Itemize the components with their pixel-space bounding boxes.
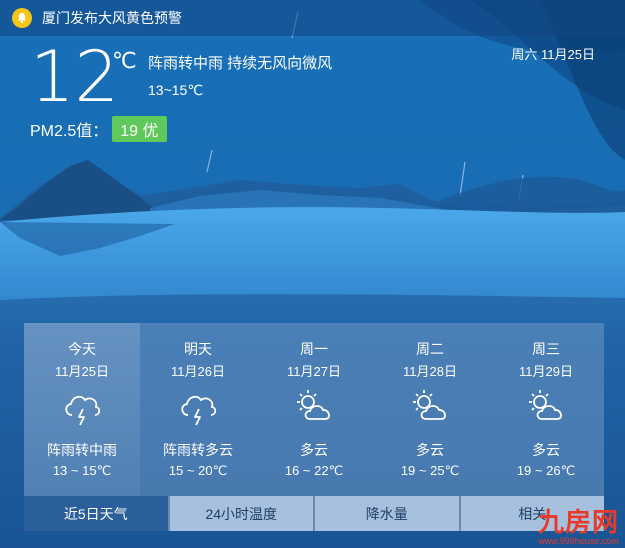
- partly-cloudy-icon: [488, 385, 604, 429]
- forecast-day[interactable]: 周一 11月27日 多云 16 ~ 22℃: [256, 323, 372, 496]
- forecast-day[interactable]: 周二 11月28日 多云 19 ~ 25℃: [372, 323, 488, 496]
- day-date: 11月29日: [519, 364, 573, 379]
- bell-icon: [12, 8, 32, 28]
- day-date: 11月25日: [55, 364, 109, 379]
- forecast-days: 今天 11月25日 阵雨转中雨 13 ~ 15℃ 明天 11月26日 阵雨转多云: [24, 323, 604, 496]
- day-name: 周二: [416, 341, 444, 357]
- day-name: 明天: [184, 341, 212, 357]
- current-date: 周六 11月25日: [511, 47, 595, 62]
- tab-5-day-weather[interactable]: 近5日天气: [24, 496, 168, 531]
- day-description: 多云: [532, 442, 560, 458]
- partly-cloudy-icon: [256, 385, 372, 429]
- forecast-tabs: 近5日天气 24小时温度 降水量 相关: [24, 496, 604, 531]
- watermark-url: www.999house.com: [538, 536, 619, 546]
- day-name: 周一: [300, 341, 328, 357]
- partly-cloudy-icon: [372, 385, 488, 429]
- weather-description: 阵雨转中雨 持续无风向微风: [148, 55, 333, 72]
- day-temperature: 19 ~ 26℃: [516, 463, 576, 478]
- tab-24h-temperature[interactable]: 24小时温度: [167, 496, 313, 531]
- day-name: 周三: [532, 341, 560, 357]
- day-temperature: 15 ~ 20℃: [168, 463, 228, 478]
- day-date: 11月27日: [287, 364, 341, 379]
- thunder-shower-icon: [140, 385, 256, 429]
- warning-text: 厦门发布大风黄色预警: [42, 10, 182, 26]
- forecast-day[interactable]: 今天 11月25日 阵雨转中雨 13 ~ 15℃: [24, 323, 140, 496]
- day-date: 11月28日: [403, 364, 457, 379]
- watermark-brand: 九房网: [537, 507, 619, 537]
- temperature-range: 13~15℃: [148, 82, 204, 98]
- day-description: 阵雨转中雨: [47, 442, 117, 458]
- day-description: 阵雨转多云: [163, 442, 233, 458]
- pm25-row: PM2.5值： 19 优: [30, 116, 167, 142]
- day-temperature: 13 ~ 15℃: [52, 463, 112, 478]
- current-temperature: 12: [30, 36, 120, 118]
- temperature-unit: ℃: [112, 48, 137, 73]
- thunder-shower-icon: [24, 385, 140, 429]
- day-date: 11月26日: [171, 364, 225, 379]
- day-description: 多云: [300, 442, 328, 458]
- pm25-badge: 19 优: [112, 116, 167, 142]
- forecast-day[interactable]: 周三 11月29日 多云 19 ~ 26℃: [488, 323, 604, 496]
- day-temperature: 19 ~ 25℃: [400, 463, 460, 478]
- forecast-panel: 今天 11月25日 阵雨转中雨 13 ~ 15℃ 明天 11月26日 阵雨转多云: [24, 323, 604, 531]
- forecast-day[interactable]: 明天 11月26日 阵雨转多云 15 ~ 20℃: [140, 323, 256, 496]
- tab-precipitation[interactable]: 降水量: [313, 496, 459, 531]
- warning-banner[interactable]: 厦门发布大风黄色预警: [0, 0, 625, 36]
- day-description: 多云: [416, 442, 444, 458]
- day-temperature: 16 ~ 22℃: [284, 463, 344, 478]
- day-name: 今天: [68, 341, 96, 357]
- watermark-logo: 九房网 www.999house.com: [538, 508, 619, 546]
- pm25-label: PM2.5值：: [30, 123, 109, 140]
